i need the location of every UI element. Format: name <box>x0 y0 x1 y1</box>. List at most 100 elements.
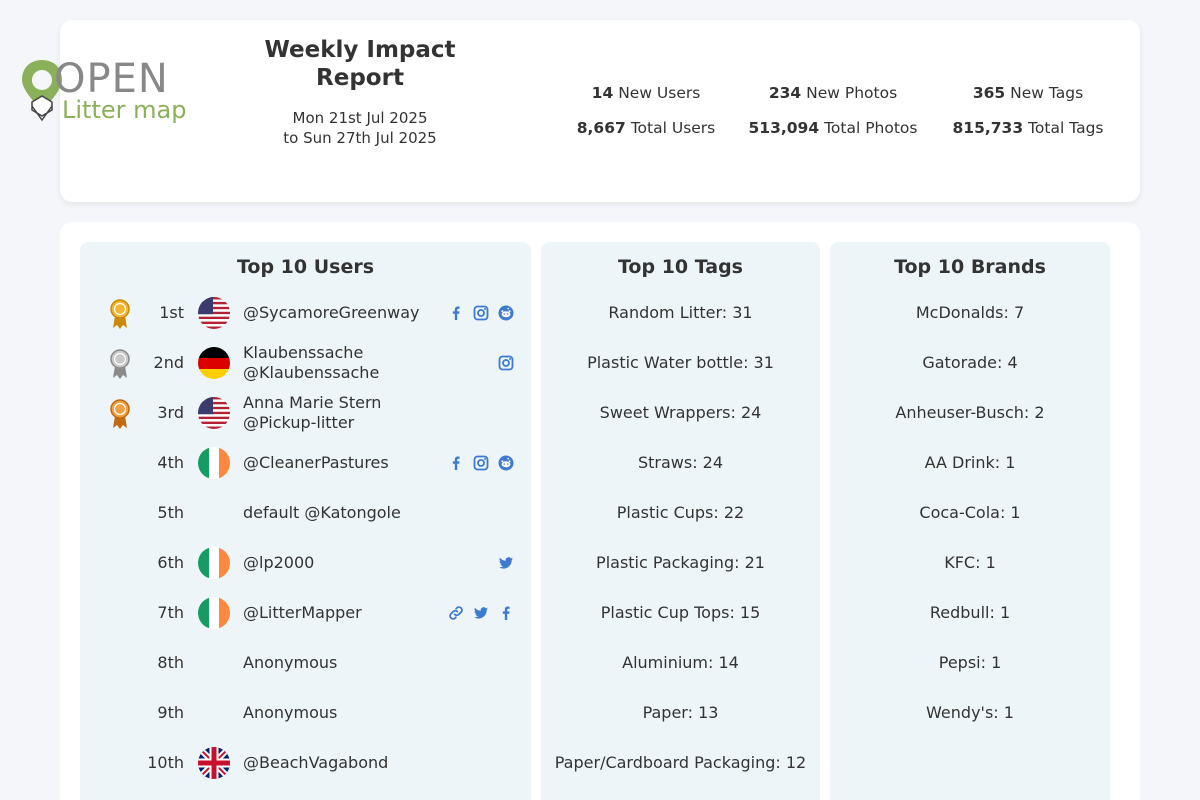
instagram-icon[interactable] <box>473 305 489 321</box>
stat-value: 815,733 <box>952 119 1024 137</box>
brand-item: McDonalds: 7 <box>915 303 1025 322</box>
facebook-icon[interactable] <box>448 455 464 471</box>
brand-item: Gatorade: 4 <box>922 353 1018 372</box>
stat-label: New Photos <box>806 84 898 102</box>
tag-item: Plastic Cups: 22 <box>616 503 745 522</box>
stat-total-photos: 513,094 Total Photos <box>738 119 928 137</box>
user-rank: 4th <box>157 453 184 472</box>
flag-gb-icon <box>198 747 230 779</box>
report-header-card <box>60 20 1140 202</box>
user-name-line: @SycamoreGreenway <box>243 303 420 322</box>
user-name: @lp2000 <box>243 553 314 573</box>
tag-item: Paper/Cardboard Packaging: 12 <box>554 753 807 772</box>
instagram-icon[interactable] <box>473 455 489 471</box>
stat-label: Total Users <box>630 119 716 137</box>
stat-new-photos: 234 New Photos <box>738 84 928 102</box>
tag-item: Random Litter: 31 <box>608 303 753 322</box>
stat-label: Total Photos <box>824 119 918 137</box>
user-name: Klaubenssache @Klaubenssache <box>243 343 379 383</box>
stat-new-tags: 365 New Tags <box>942 84 1114 102</box>
facebook-icon[interactable] <box>498 605 514 621</box>
user-name-line: default @Katongole <box>243 503 401 522</box>
reddit-icon[interactable] <box>498 455 514 471</box>
user-name-line: Anna Marie Stern <box>243 393 382 412</box>
tag-item: Aluminium: 14 <box>622 653 739 672</box>
stat-total-tags: 815,733 Total Tags <box>942 119 1114 137</box>
silver-medal-icon <box>108 348 132 380</box>
brand-item: Wendy's: 1 <box>926 703 1014 722</box>
flag-ie-icon <box>198 597 230 629</box>
user-rank: 6th <box>157 553 184 572</box>
user-name: @CleanerPastures <box>243 453 389 473</box>
user-name: @BeachVagabond <box>243 753 388 773</box>
twitter-icon[interactable] <box>473 605 489 621</box>
flag-us-icon <box>198 397 230 429</box>
user-handle-line: @Klaubenssache <box>243 363 380 382</box>
tag-item: Plastic Packaging: 21 <box>596 553 765 572</box>
user-rank: 1st <box>159 303 184 322</box>
top-users-title: Top 10 Users <box>236 256 375 278</box>
stat-value: 365 <box>972 84 1006 102</box>
link-icon[interactable] <box>448 605 464 621</box>
reddit-icon[interactable] <box>498 305 514 321</box>
logo-litter-map-text: Litter map <box>62 96 187 124</box>
flag-ie-icon <box>198 547 230 579</box>
user-name-line: Anonymous <box>243 653 338 672</box>
user-rank: 10th <box>147 753 184 772</box>
flag-de-icon <box>198 347 230 379</box>
tag-item: Plastic Water bottle: 31 <box>587 353 774 372</box>
brand-item: Coca-Cola: 1 <box>919 503 1021 522</box>
twitter-icon[interactable] <box>498 555 514 571</box>
stat-value: 8,667 <box>576 119 626 137</box>
brand-item: AA Drink: 1 <box>924 453 1016 472</box>
user-name: Anonymous <box>243 653 337 673</box>
flag-ie-icon <box>198 447 230 479</box>
top-tags-title: Top 10 Tags <box>617 256 743 278</box>
user-name-line: Klaubenssache <box>243 343 364 362</box>
user-rank: 8th <box>157 653 184 672</box>
report-title: Weekly Impact Report <box>264 37 456 91</box>
stat-label: New Users <box>618 84 701 102</box>
tag-item: Sweet Wrappers: 24 <box>599 403 762 422</box>
top-brands-title: Top 10 Brands <box>894 256 1046 278</box>
tag-item: Plastic Cup Tops: 15 <box>600 603 761 622</box>
user-name: @SycamoreGreenway <box>243 303 419 323</box>
user-name-line: Anonymous <box>243 703 338 722</box>
user-rank: 5th <box>157 503 184 522</box>
gold-medal-icon <box>108 298 132 330</box>
user-name-line: @CleanerPastures <box>243 453 389 472</box>
user-name: Anonymous <box>243 703 337 723</box>
stat-total-users: 8,667 Total Users <box>566 119 726 137</box>
user-name: Anna Marie Stern @Pickup-litter <box>243 393 381 433</box>
user-rank: 7th <box>157 603 184 622</box>
user-name: default @Katongole <box>243 503 401 523</box>
user-name-line: @lp2000 <box>243 553 315 572</box>
brand-item: KFC: 1 <box>944 553 996 572</box>
tag-item: Paper: 13 <box>642 703 719 722</box>
brand-item: Redbull: 1 <box>929 603 1011 622</box>
user-rank: 9th <box>157 703 184 722</box>
user-rank: 3rd <box>157 403 184 422</box>
instagram-icon[interactable] <box>498 355 514 371</box>
bronze-medal-icon <box>108 398 132 430</box>
flag-us-icon <box>198 297 230 329</box>
stat-label: New Tags <box>1010 84 1084 102</box>
user-name: @LitterMapper <box>243 603 362 623</box>
date-from: Mon 21st Jul 2025 <box>292 109 428 127</box>
stat-value: 14 <box>591 84 614 102</box>
stat-value: 513,094 <box>748 119 820 137</box>
user-rank: 2nd <box>153 353 184 372</box>
user-name-line: @LitterMapper <box>243 603 362 622</box>
stat-new-users: 14 New Users <box>566 84 726 102</box>
date-to: to Sun 27th Jul 2025 <box>283 129 437 147</box>
openlittermap-logo: OPEN Litter map <box>20 56 190 128</box>
stat-value: 234 <box>768 84 802 102</box>
stat-label: Total Tags <box>1028 119 1104 137</box>
brand-item: Anheuser-Busch: 2 <box>895 403 1045 422</box>
report-date-range: Mon 21st Jul 2025 to Sun 27th Jul 2025 <box>250 108 470 148</box>
brand-item: Pepsi: 1 <box>938 653 1002 672</box>
user-name-line: @BeachVagabond <box>243 753 389 772</box>
tag-item: Straws: 24 <box>637 453 724 472</box>
facebook-icon[interactable] <box>448 305 464 321</box>
user-handle-line: @Pickup-litter <box>243 413 355 432</box>
